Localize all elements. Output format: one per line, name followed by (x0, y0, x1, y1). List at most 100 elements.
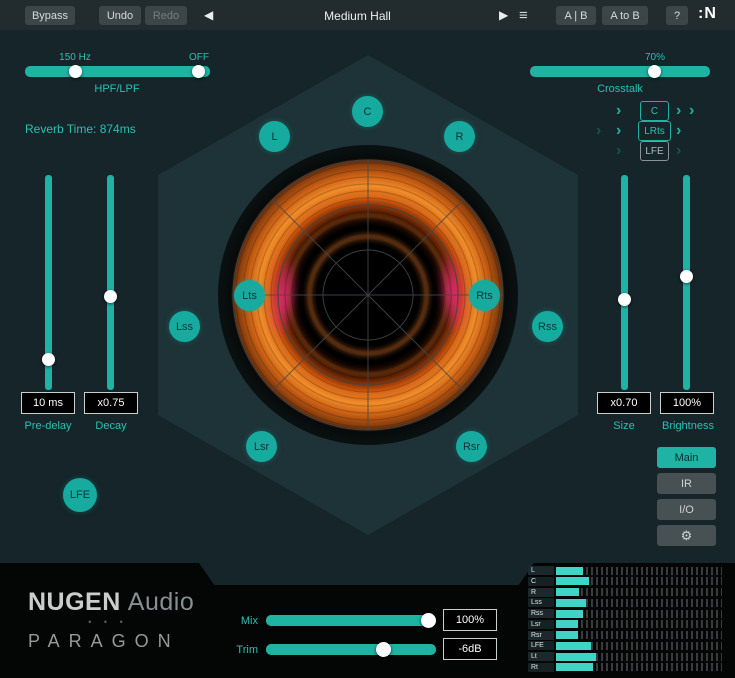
meter-channel-label: Lss (528, 598, 554, 607)
reverb-time-readout: Reverb Time: 874ms (25, 122, 185, 136)
hpf-handle[interactable] (69, 65, 82, 78)
meter-track (556, 567, 722, 575)
meter-track (556, 642, 722, 650)
meter-channel-label: Rss (528, 609, 554, 618)
meter-fill (556, 631, 578, 639)
meter-fill (556, 663, 593, 671)
meter-channel-label: C (528, 577, 554, 586)
channel-node-rsr[interactable]: Rsr (456, 431, 487, 462)
view-tab-ir[interactable]: IR (657, 473, 716, 494)
channel-node-r[interactable]: R (444, 121, 475, 152)
decay-handle[interactable] (104, 290, 117, 303)
meter-channel-label: L (528, 566, 554, 575)
view-tab-main[interactable]: Main (657, 447, 716, 468)
meter-row: L (528, 566, 722, 575)
ab-compare-button[interactable]: A | B (556, 6, 596, 25)
brightness-value-box[interactable]: 100% (660, 392, 714, 414)
hpf-lpf-slider[interactable] (25, 66, 210, 77)
meter-track (556, 577, 722, 585)
meter-fill (556, 567, 583, 575)
predelay-value-box[interactable]: 10 ms (21, 392, 75, 414)
crosstalk-handle[interactable] (648, 65, 661, 78)
decay-label: Decay (81, 420, 141, 432)
channel-node-c[interactable]: C (352, 96, 383, 127)
lpf-handle[interactable] (192, 65, 205, 78)
lpf-value: OFF (169, 52, 229, 63)
route-in-chevron-lrts-2[interactable]: › (616, 124, 621, 138)
crosstalk-value: 70% (625, 52, 685, 63)
mix-value-box[interactable]: 100% (443, 609, 497, 631)
route-out-chevron-c-1[interactable]: › (676, 104, 681, 118)
route-button-c[interactable]: C (640, 101, 669, 121)
meter-row: Rt (528, 663, 722, 672)
trim-label: Trim (222, 644, 258, 656)
next-preset-icon[interactable]: ▶ (499, 8, 508, 22)
meter-fill (556, 588, 579, 596)
route-out-chevron-lfe[interactable]: › (676, 144, 681, 158)
meter-row: C (528, 577, 722, 586)
route-in-chevron-c[interactable]: › (616, 104, 621, 118)
size-handle[interactable] (618, 293, 631, 306)
paragon-plugin-window: C L R Lts Rts Lss Rss Lsr Rsr LFE Bypass… (0, 0, 735, 678)
meter-track (556, 631, 722, 639)
brand-logo: NUGENAudio (28, 588, 194, 617)
preset-list-icon[interactable]: ≡ (519, 7, 528, 24)
trim-handle[interactable] (376, 642, 391, 657)
settings-gear-icon[interactable]: ⚙ (657, 525, 716, 546)
route-in-chevron-lfe[interactable]: › (616, 144, 621, 158)
mix-slider[interactable] (266, 615, 436, 626)
crosstalk-slider[interactable] (530, 66, 710, 77)
preset-name[interactable]: Medium Hall (250, 9, 465, 23)
product-name: PARAGON (28, 631, 180, 652)
meter-row: Rsr (528, 631, 722, 640)
channel-node-rts[interactable]: Rts (469, 280, 500, 311)
meter-row: Lt (528, 652, 722, 661)
mix-handle[interactable] (421, 613, 436, 628)
channel-node-lfe[interactable]: LFE (63, 478, 97, 512)
meter-fill (556, 610, 583, 618)
meter-channel-label: Lt (528, 652, 554, 661)
predelay-handle[interactable] (42, 353, 55, 366)
trim-slider[interactable] (266, 644, 436, 655)
view-tab-io[interactable]: I/O (657, 499, 716, 520)
crosstalk-label: Crosstalk (560, 83, 680, 95)
meter-track (556, 588, 722, 596)
channel-node-lss[interactable]: Lss (169, 311, 200, 342)
meter-track (556, 610, 722, 618)
decay-value-box[interactable]: x0.75 (84, 392, 138, 414)
route-out-chevron-c-2[interactable]: › (689, 104, 694, 118)
channel-node-l[interactable]: L (259, 121, 290, 152)
meter-channel-label: LFE (528, 641, 554, 650)
meter-row: Lsr (528, 620, 722, 629)
route-in-chevron-lrts-1[interactable]: › (596, 124, 601, 138)
meter-channel-label: R (528, 588, 554, 597)
meter-track (556, 653, 722, 661)
meter-row: LFE (528, 641, 722, 650)
undo-button[interactable]: Undo (99, 6, 141, 25)
meter-track (556, 599, 722, 607)
channel-node-lts[interactable]: Lts (234, 280, 265, 311)
previous-preset-icon[interactable]: ◀ (204, 8, 213, 22)
nugen-logo-icon: :N (698, 5, 717, 23)
bypass-button[interactable]: Bypass (25, 6, 75, 25)
a-to-b-button[interactable]: A to B (602, 6, 648, 25)
meter-track (556, 620, 722, 628)
size-slider[interactable] (621, 175, 628, 390)
meter-fill (556, 653, 596, 661)
channel-node-rss[interactable]: Rss (532, 311, 563, 342)
route-out-chevron-lrts[interactable]: › (676, 124, 681, 138)
size-value-box[interactable]: x0.70 (597, 392, 651, 414)
trim-value-box[interactable]: -6dB (443, 638, 497, 660)
redo-button[interactable]: Redo (145, 6, 187, 25)
brightness-label: Brightness (652, 420, 724, 432)
decay-slider[interactable] (107, 175, 114, 390)
channel-node-lsr[interactable]: Lsr (246, 431, 277, 462)
predelay-label: Pre-delay (18, 420, 78, 432)
route-button-lfe[interactable]: LFE (640, 141, 669, 161)
route-button-lrts[interactable]: LRts (638, 121, 671, 141)
output-meters: L C R Lss Rss Lsr Rsr LFE (528, 566, 722, 672)
meter-fill (556, 642, 591, 650)
brightness-handle[interactable] (680, 270, 693, 283)
help-button[interactable]: ? (666, 6, 688, 25)
meter-fill (556, 620, 578, 628)
